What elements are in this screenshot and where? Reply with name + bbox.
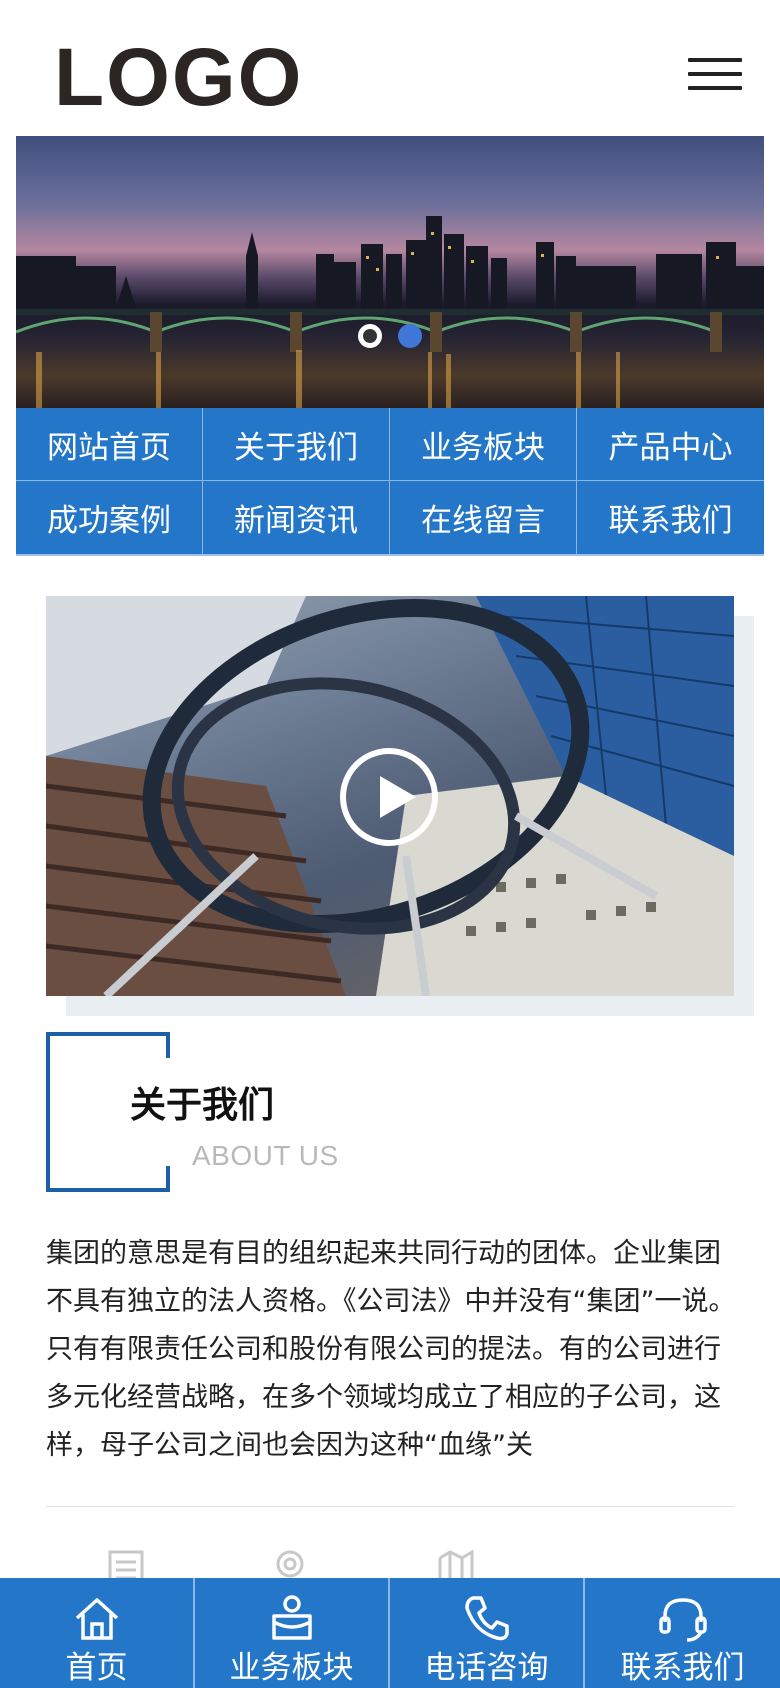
business-icon — [271, 1595, 312, 1640]
tab-contact-label: 联系我们 — [620, 1650, 745, 1686]
divider — [46, 1506, 734, 1507]
tab-home-label: 首页 — [65, 1650, 128, 1686]
nav-item-message[interactable]: 在线留言 — [390, 481, 577, 554]
about-text: 集团的意思是有目的组织起来共同行动的团体。企业集团不具有独立的法人资格。《公司法… — [46, 1238, 736, 1461]
hamburger-menu-icon[interactable] — [688, 58, 742, 94]
tab-contact[interactable]: 联系我们 — [585, 1578, 780, 1688]
phone-icon — [464, 1596, 509, 1641]
video-player[interactable] — [46, 596, 734, 996]
play-icon[interactable] — [340, 748, 438, 846]
tab-home[interactable]: 首页 — [0, 1578, 195, 1688]
nav-item-about[interactable]: 关于我们 — [203, 408, 390, 481]
home-icon — [75, 1598, 118, 1640]
carousel-dot-2[interactable] — [398, 324, 422, 348]
nav-item-home[interactable]: 网站首页 — [16, 408, 203, 481]
about-title: 关于我们 — [130, 1085, 275, 1126]
nav-item-business[interactable]: 业务板块 — [390, 408, 577, 481]
banner-carousel[interactable] — [16, 136, 764, 408]
nav-item-cases[interactable]: 成功案例 — [16, 481, 203, 554]
nav-item-products[interactable]: 产品中心 — [577, 408, 764, 481]
logo[interactable]: LOGO — [54, 30, 303, 126]
feature-icons-row — [0, 1540, 780, 1588]
tab-business[interactable]: 业务板块 — [195, 1578, 390, 1688]
nav-item-contact[interactable]: 联系我们 — [577, 481, 764, 554]
main-nav: 网站首页 关于我们 业务板块 产品中心 成功案例 新闻资讯 在线留言 联系我们 — [16, 408, 764, 556]
header: LOGO — [0, 0, 780, 136]
bottom-tab-bar: 首页 业务板块 电话咨询 联系我们 — [0, 1578, 780, 1688]
carousel-dots — [358, 324, 422, 348]
tab-phone[interactable]: 电话咨询 — [390, 1578, 585, 1688]
tab-business-label: 业务板块 — [229, 1650, 354, 1686]
carousel-dot-1[interactable] — [358, 324, 382, 348]
nav-item-news[interactable]: 新闻资讯 — [203, 481, 390, 554]
banner-image — [16, 216, 764, 408]
headset-icon — [658, 1598, 707, 1642]
tab-phone-label: 电话咨询 — [424, 1650, 549, 1686]
about-subtitle: ABOUT US — [192, 1140, 339, 1171]
